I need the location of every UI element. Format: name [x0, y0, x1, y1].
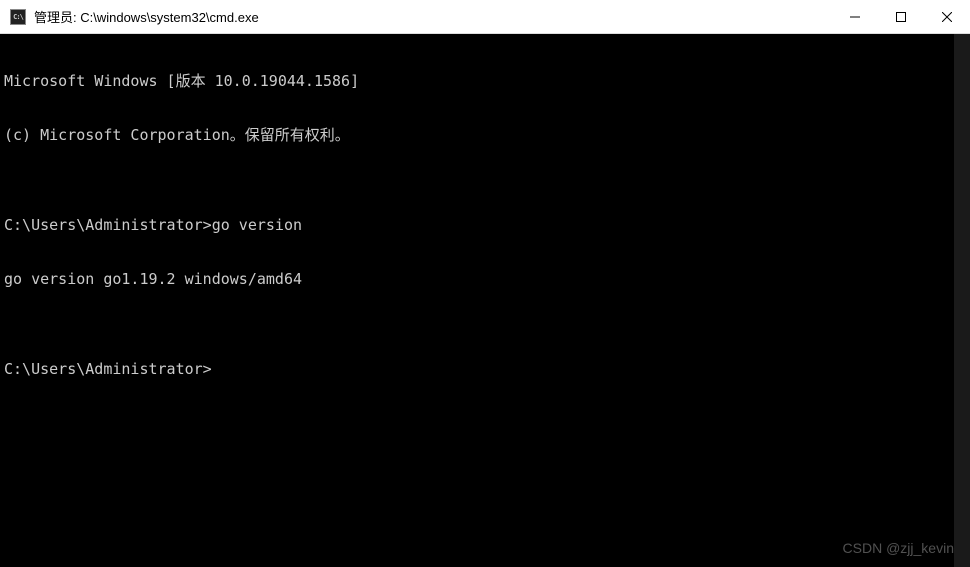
terminal-prompt-line: C:\Users\Administrator>go version — [4, 216, 966, 234]
terminal-command: go version — [212, 216, 302, 234]
terminal-body[interactable]: Microsoft Windows [版本 10.0.19044.1586] (… — [0, 34, 970, 567]
cmd-icon: C:\ — [10, 9, 26, 25]
window-title: 管理员: C:\windows\system32\cmd.exe — [34, 7, 259, 26]
terminal-output-line: go version go1.19.2 windows/amd64 — [4, 270, 966, 288]
terminal-prompt-line: C:\Users\Administrator> — [4, 360, 966, 378]
maximize-icon — [896, 12, 906, 22]
minimize-icon — [850, 12, 860, 22]
window-controls — [832, 0, 970, 33]
scrollbar[interactable] — [954, 34, 970, 567]
terminal-cursor — [212, 360, 220, 376]
titlebar-left: C:\ 管理员: C:\windows\system32\cmd.exe — [0, 7, 832, 26]
maximize-button[interactable] — [878, 0, 924, 33]
close-icon — [942, 12, 952, 22]
watermark: CSDN @zjj_kevin — [843, 539, 954, 557]
close-button[interactable] — [924, 0, 970, 33]
cmd-window: C:\ 管理员: C:\windows\system32\cmd.exe — [0, 0, 970, 567]
minimize-button[interactable] — [832, 0, 878, 33]
terminal-banner-line: Microsoft Windows [版本 10.0.19044.1586] — [4, 72, 966, 90]
terminal-prompt: C:\Users\Administrator> — [4, 216, 212, 234]
titlebar[interactable]: C:\ 管理员: C:\windows\system32\cmd.exe — [0, 0, 970, 34]
terminal-copyright-line: (c) Microsoft Corporation。保留所有权利。 — [4, 126, 966, 144]
terminal-prompt: C:\Users\Administrator> — [4, 360, 212, 378]
